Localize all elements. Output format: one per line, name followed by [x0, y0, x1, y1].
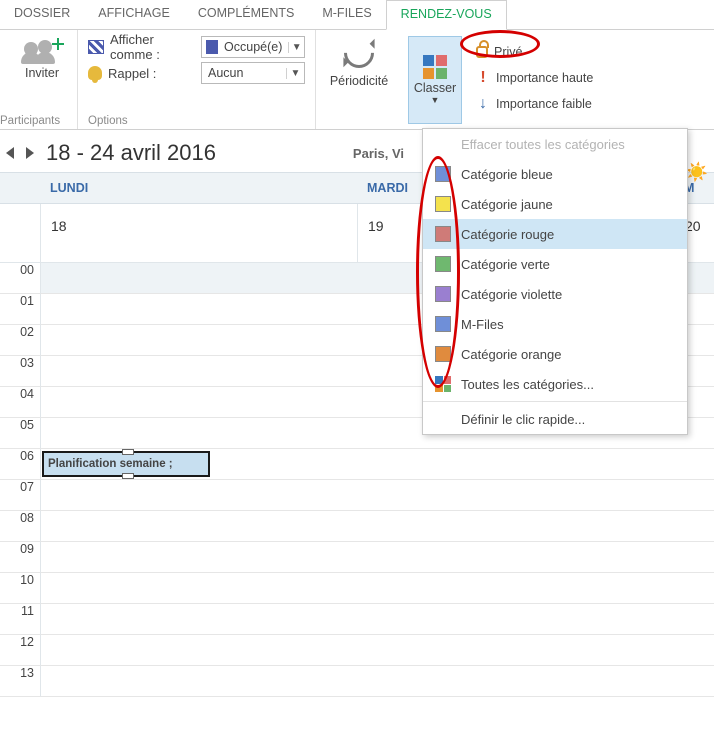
time-slot[interactable] [40, 666, 714, 697]
exclamation-icon: ! [476, 69, 490, 87]
menu-category-item[interactable]: Catégorie verte [423, 249, 687, 279]
hour-label: 01 [0, 294, 40, 325]
hour-label: 04 [0, 387, 40, 418]
recurrence-label: Périodicité [330, 74, 388, 88]
category-swatch-icon [435, 346, 451, 362]
category-swatch-icon [435, 226, 451, 242]
day-num-mon[interactable]: 18 [40, 204, 357, 262]
time-slot[interactable] [40, 573, 714, 604]
time-slot[interactable] [40, 511, 714, 542]
category-label: Catégorie orange [461, 347, 561, 362]
sun-icon: ☀️ [686, 162, 708, 183]
reminder-label: Rappel : [108, 66, 156, 81]
categorize-menu: Effacer toutes les catégories Catégorie … [422, 128, 688, 435]
ribbon: Inviter Participants Afficher comme : Oc… [0, 30, 714, 130]
category-label: Catégorie violette [461, 287, 562, 302]
categories-grid-icon [423, 55, 447, 79]
category-swatch-icon [435, 196, 451, 212]
chevron-down-icon: ▼ [288, 42, 304, 53]
ribbon-tabs: DOSSIER AFFICHAGE COMPLÉMENTS M-FILES RE… [0, 0, 714, 30]
menu-category-item[interactable]: M-Files [423, 309, 687, 339]
group-options: Afficher comme : Occupé(e) ▼ Rappel : Au… [78, 30, 316, 129]
hour-label: 02 [0, 325, 40, 356]
time-slot[interactable] [40, 480, 714, 511]
chevron-down-icon: ▼ [431, 95, 440, 105]
day-header-mon[interactable]: LUNDI [40, 173, 357, 203]
high-importance-button[interactable]: ! Importance haute [468, 66, 601, 90]
categories-grid-icon [435, 376, 451, 392]
category-label: Catégorie bleue [461, 167, 553, 182]
group-tags: Classer ▼ Privé ! Importance haute ↓ Imp… [402, 30, 601, 129]
lock-icon [476, 46, 488, 58]
categorize-label: Classer [414, 81, 456, 95]
tab-rendezvous[interactable]: RENDEZ-VOUS [386, 0, 507, 30]
appointment-event[interactable]: Planification semaine ; [42, 451, 210, 477]
date-range: 18 - 24 avril 2016 [46, 140, 216, 166]
invite-button[interactable]: Inviter [10, 34, 74, 80]
group-label-participants: Participants [0, 115, 77, 127]
arrow-down-icon: ↓ [476, 95, 490, 113]
show-as-value: Occupé(e) [222, 40, 288, 54]
category-label: Catégorie verte [461, 257, 550, 272]
busy-hatch-icon [88, 40, 104, 54]
private-label: Privé [494, 45, 522, 59]
chevron-down-icon: ▼ [286, 68, 304, 79]
next-week-button[interactable] [26, 147, 34, 159]
menu-clear-categories: Effacer toutes les catégories [423, 129, 687, 159]
menu-category-item[interactable]: Catégorie jaune [423, 189, 687, 219]
hour-label: 00 [0, 263, 40, 294]
private-button[interactable]: Privé [468, 40, 601, 64]
menu-category-item[interactable]: Catégorie orange [423, 339, 687, 369]
category-swatch-icon [435, 316, 451, 332]
categorize-button[interactable]: Classer ▼ [408, 36, 462, 124]
show-as-combo[interactable]: Occupé(e) ▼ [201, 36, 305, 58]
hour-label: 12 [0, 635, 40, 666]
time-slot[interactable] [40, 604, 714, 635]
hour-label: 10 [0, 573, 40, 604]
group-participants: Inviter Participants [0, 30, 78, 129]
category-swatch-icon [435, 166, 451, 182]
menu-quick-click[interactable]: Définir le clic rapide... [423, 404, 687, 434]
tab-dossier[interactable]: DOSSIER [0, 0, 84, 29]
busy-swatch-icon [206, 40, 218, 54]
category-label: Catégorie jaune [461, 197, 553, 212]
hour-label: 07 [0, 480, 40, 511]
category-label: M-Files [461, 317, 504, 332]
time-slot[interactable] [40, 635, 714, 666]
low-importance-label: Importance faible [496, 97, 592, 111]
prev-week-button[interactable] [6, 147, 14, 159]
time-gutter: 0001020304050607080910111213 [0, 263, 40, 697]
show-as-label: Afficher comme : [110, 32, 195, 62]
menu-all-categories[interactable]: Toutes les catégories... [423, 369, 687, 399]
hour-label: 06 [0, 449, 40, 480]
people-plus-icon [24, 38, 60, 66]
menu-category-item[interactable]: Catégorie bleue [423, 159, 687, 189]
reminder-combo[interactable]: Aucun ▼ [201, 62, 305, 84]
group-recurrence: Périodicité [316, 30, 402, 129]
recurrence-button[interactable]: Périodicité [322, 34, 396, 88]
high-importance-label: Importance haute [496, 71, 593, 85]
low-importance-button[interactable]: ↓ Importance faible [468, 92, 601, 116]
menu-separator [423, 401, 687, 402]
category-swatch-icon [435, 256, 451, 272]
category-swatch-icon [435, 286, 451, 302]
hour-label: 09 [0, 542, 40, 573]
hour-label: 13 [0, 666, 40, 697]
menu-category-item[interactable]: Catégorie rouge [423, 219, 687, 249]
menu-category-item[interactable]: Catégorie violette [423, 279, 687, 309]
recurrence-icon [338, 32, 380, 74]
tab-complements[interactable]: COMPLÉMENTS [184, 0, 309, 29]
reminder-value: Aucun [202, 66, 249, 80]
hour-label: 05 [0, 418, 40, 449]
hour-label: 08 [0, 511, 40, 542]
group-label-options: Options [78, 115, 315, 127]
invite-label: Inviter [25, 66, 59, 80]
hour-label: 11 [0, 604, 40, 635]
tab-affichage[interactable]: AFFICHAGE [84, 0, 184, 29]
bell-icon [88, 66, 102, 80]
tab-mfiles[interactable]: M-FILES [308, 0, 385, 29]
time-slot[interactable] [40, 542, 714, 573]
category-label: Catégorie rouge [461, 227, 554, 242]
hour-label: 03 [0, 356, 40, 387]
